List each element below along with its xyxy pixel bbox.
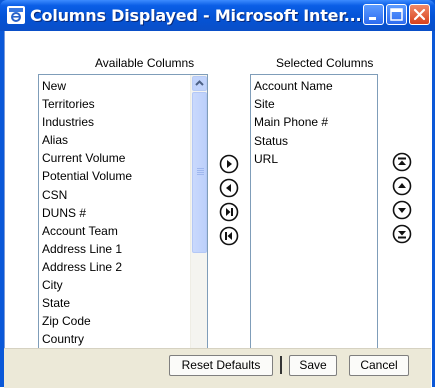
save-button[interactable]: Save [289, 355, 337, 376]
scroll-thumb[interactable] [192, 92, 207, 253]
maximize-button[interactable] [386, 4, 407, 25]
reset-defaults-button[interactable]: Reset Defaults [169, 355, 273, 376]
close-icon [413, 8, 426, 21]
list-item[interactable]: Main Phone # [251, 113, 377, 131]
list-item[interactable]: Site [251, 95, 377, 113]
list-item[interactable]: Industries [39, 113, 190, 131]
minimize-button[interactable] [363, 4, 384, 25]
move-all-right-button[interactable] [219, 202, 239, 222]
dialog-content: Available Columns Selected Columns New Te… [4, 31, 432, 387]
list-item[interactable]: URL [251, 150, 377, 168]
move-left-button[interactable] [219, 178, 239, 198]
selected-columns-list[interactable]: Account Name Site Main Phone # Status URL [250, 74, 378, 378]
available-scrollbar[interactable] [190, 75, 207, 377]
window-title: Columns Displayed - Microsoft Inter... [30, 6, 362, 25]
selected-columns-label: Selected Columns [276, 56, 374, 70]
maximize-icon [390, 8, 403, 21]
list-item[interactable]: Zip Code [39, 312, 190, 330]
separator [280, 356, 282, 374]
move-down-button[interactable] [392, 200, 412, 220]
available-columns-label: Available Columns [95, 56, 195, 70]
dialog-window: Columns Displayed - Microsoft Inter... A… [0, 0, 435, 388]
list-item[interactable]: New [39, 77, 190, 95]
selected-items: Account Name Site Main Phone # Status URL [251, 77, 377, 168]
list-item[interactable]: Current Volume [39, 149, 190, 167]
button-bar: Reset Defaults Save Cancel [4, 348, 431, 388]
list-item[interactable]: City [39, 276, 190, 294]
cancel-button[interactable]: Cancel [349, 355, 409, 376]
list-item[interactable]: Account Name [251, 77, 377, 95]
list-item[interactable]: CSN [39, 186, 190, 204]
close-button[interactable] [409, 4, 430, 25]
list-item[interactable]: Potential Volume [39, 167, 190, 185]
move-to-bottom-button[interactable] [392, 224, 412, 244]
list-item[interactable]: Address Line 2 [39, 258, 190, 276]
move-up-button[interactable] [392, 176, 412, 196]
list-item[interactable]: Alias [39, 131, 190, 149]
title-bar[interactable]: Columns Displayed - Microsoft Inter... [0, 0, 435, 31]
available-columns-list[interactable]: New Territories Industries Alias Current Vol… [38, 74, 208, 378]
move-right-button[interactable] [219, 154, 239, 174]
internet-explorer-icon [7, 6, 25, 24]
available-items: New Territories Industries Alias Current Vol… [39, 77, 190, 348]
list-item[interactable]: Status [251, 132, 377, 150]
list-item[interactable]: Territories [39, 95, 190, 113]
minimize-icon [369, 17, 376, 20]
list-item[interactable]: Country [39, 330, 190, 348]
move-all-left-button[interactable] [219, 226, 239, 246]
move-to-top-button[interactable] [392, 152, 412, 172]
chevron-up-icon [195, 80, 204, 86]
list-item[interactable]: Address Line 1 [39, 240, 190, 258]
scroll-up-button[interactable] [192, 76, 207, 91]
list-item[interactable]: Account Team [39, 222, 190, 240]
list-item[interactable]: DUNS # [39, 204, 190, 222]
list-item[interactable]: State [39, 294, 190, 312]
